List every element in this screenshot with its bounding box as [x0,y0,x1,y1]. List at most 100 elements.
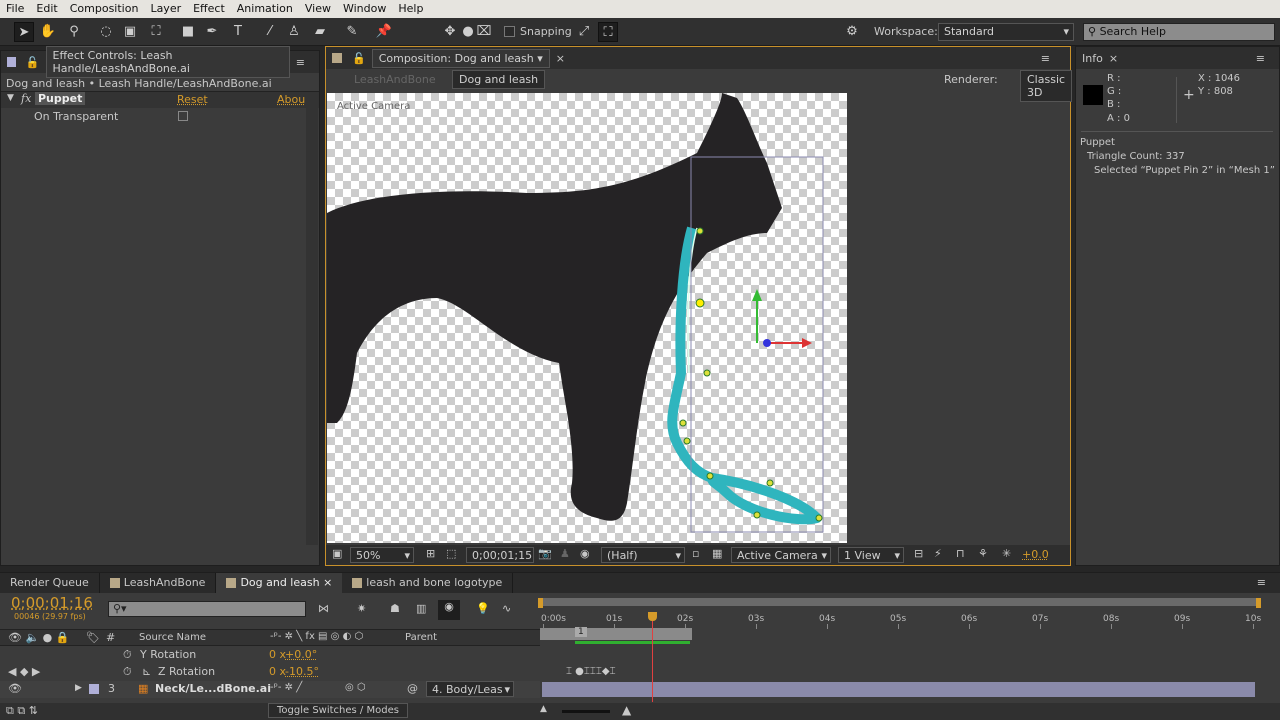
property-row-z-rotation[interactable]: ◀ ◆ ▶ ⏱ ⊾ Z Rotation 0 x -10.5° [0,664,540,681]
clone-stamp-tool-icon[interactable]: ♙ [284,22,304,42]
zoom-out-icon[interactable]: ▲ [540,704,547,714]
comp-marker[interactable]: 1 [575,627,587,637]
navigator-start-handle[interactable] [538,598,543,608]
chevron-down-icon[interactable]: ▾ [537,52,543,65]
work-area-bar[interactable] [540,628,692,640]
scrollbar[interactable] [306,95,318,545]
rectangle-tool-icon[interactable]: ■ [178,22,198,42]
channel-icon[interactable]: ◉ [580,547,590,560]
zoom-in-icon[interactable]: ▲ [622,703,631,717]
tab-composition[interactable]: Composition: Dog and leash ▾ [371,48,550,68]
exposure-reset-icon[interactable]: ✳ [1002,547,1011,560]
composition-viewer[interactable]: Active Camera [327,93,847,543]
timeline-zoom-slider[interactable] [562,710,610,713]
current-timecode[interactable]: 0;00;01;16 [11,594,93,612]
show-snapshot-icon[interactable]: ♟ [560,547,570,560]
grid-guides-icon[interactable]: ⊞ [426,547,435,560]
panel-menu-icon[interactable]: ≡ [1257,573,1266,593]
region-of-interest-icon[interactable]: ▫ [692,547,699,560]
tab-render-queue[interactable]: Render Queue [0,573,100,593]
roto-brush-tool-icon[interactable]: ✎ [342,22,362,42]
time-navigator[interactable] [538,598,1260,606]
column-source-name[interactable]: Source Name [139,632,206,643]
parent-select[interactable]: 4. Body/Leas ▾ [426,681,514,697]
menu-layer[interactable]: Layer [144,0,187,18]
close-icon[interactable]: × [556,52,565,65]
pickwhip-icon[interactable]: @ [407,682,418,695]
camera-tool-icon[interactable]: ▣ [120,22,140,42]
renderer-button[interactable]: Classic 3D [1020,70,1073,102]
tab-logotype[interactable]: leash and bone logotype [342,573,514,593]
snapping-checkbox[interactable] [504,26,515,37]
keyframe-navigator-icon[interactable]: ◀ ◆ ▶ [8,665,40,678]
flowchart-icon[interactable]: ⚘ [978,547,988,560]
search-help-input[interactable]: ⚲ Search Help [1083,23,1275,41]
view-axis-icon[interactable]: ⌧ [474,22,494,42]
snapshot-camera-icon[interactable]: 📷 [538,547,552,560]
brainstorm-icon[interactable]: 💡 [476,602,490,615]
about-link[interactable]: Abou [277,93,305,106]
lock-icon[interactable]: 🔓 [352,52,366,65]
toggle-switches-modes-button[interactable]: Toggle Switches / Modes [268,703,408,718]
magnification-select[interactable]: 50% ▾ [350,547,414,563]
visibility-eye-icon[interactable]: 👁 [8,682,22,695]
label-swatch[interactable] [89,684,99,694]
property-value[interactable]: -10.5° [285,665,319,678]
tab-leashandbone[interactable]: LeashAndBone [100,573,217,593]
toggle-pixel-aspect-icon[interactable]: ⊟ [914,547,923,560]
property-value[interactable]: +0.0° [285,648,317,661]
layer-name[interactable]: Neck/Le...dBone.ai [155,682,271,695]
reset-link[interactable]: Reset [177,93,208,106]
menu-file[interactable]: File [0,0,30,18]
keyframes[interactable]: ⌶ ●⌶⌶⌶◆⌶ [566,666,616,677]
workspace-gear-icon[interactable]: ⚙ [842,22,862,42]
layer-switches[interactable]: -ᵖ- ✲ ╱ [270,682,302,693]
panel-menu-icon[interactable]: ≡ [296,56,305,69]
snap-expand-icon[interactable]: ⤢ [574,22,594,42]
stopwatch-icon[interactable]: ⏱ [123,665,132,679]
tab-effect-controls[interactable]: Effect Controls: Leash Handle/LeashAndBo… [45,46,290,78]
layer-search-input[interactable]: ⚲▾ [108,601,306,617]
tab-dog-and-leash[interactable]: Dog and leash × [216,573,343,593]
timeline-icon[interactable]: ⊓ [956,547,965,560]
type-tool-icon[interactable]: T [228,22,248,42]
pen-tool-icon[interactable]: ✒ [202,22,222,42]
property-revolutions[interactable]: 0 x [269,665,286,678]
resolution-select[interactable]: (Half) ▾ [601,547,685,563]
axis-mode-icon[interactable]: ✥ [440,22,460,42]
menu-animation[interactable]: Animation [231,0,299,18]
playhead-handle[interactable] [647,612,657,621]
crumb-leashandbone[interactable]: LeashAndBone [354,73,436,86]
brush-tool-icon[interactable]: ⁄ [260,22,280,42]
draft-3d-icon[interactable]: ✷ [357,602,366,615]
menu-edit[interactable]: Edit [30,0,63,18]
playhead[interactable] [651,612,653,702]
shy-layers-icon[interactable]: ☗ [390,602,400,615]
comp-mini-flowchart-icon[interactable]: ⋈ [318,602,329,615]
workspace-select[interactable]: Standard ▾ [938,23,1074,41]
panel-menu-icon[interactable]: ≡ [1041,52,1050,65]
expand-triangle-icon[interactable]: ▶ [75,683,82,693]
hand-tool-icon[interactable]: ✋ [38,22,58,42]
view-layout-select[interactable]: 1 View ▾ [838,547,904,563]
panel-menu-icon[interactable]: ≡ [1256,52,1265,65]
layer-switches-toggle-icon[interactable]: ⧉ ⧉ ⇅ [6,704,38,718]
puppet-pin-tool-icon[interactable]: 📌 [374,22,394,42]
lock-icon[interactable]: 🔓 [26,56,40,69]
mask-visibility-icon[interactable]: ⬚ [446,547,456,560]
pan-behind-tool-icon[interactable]: ⛶ [146,22,166,42]
eraser-tool-icon[interactable]: ▰ [310,22,330,42]
fast-preview-icon[interactable]: ⚡ [934,547,942,560]
layer-row[interactable]: 👁 ▶ 3 ▦ Neck/Le...dBone.ai -ᵖ- ✲ ╱ ◎ ⬡ @… [0,681,540,698]
graph-editor-icon[interactable]: ∿ [502,602,511,615]
always-preview-icon[interactable]: ▣ [332,547,342,560]
layer-duration-bar[interactable] [542,682,1255,697]
layer-3d-switches[interactable]: ◎ ⬡ [345,682,366,693]
effect-row-puppet[interactable]: ▼ fx Puppet Reset Abou [1,91,319,108]
exposure-value[interactable]: +0.0 [1022,548,1049,561]
snap-feature-icon[interactable]: ⛶ [598,22,618,42]
on-transparent-checkbox[interactable] [178,111,188,121]
rotate-tool-icon[interactable]: ◌ [96,22,116,42]
current-time-field[interactable]: 0;00;01;15 [466,547,534,563]
navigator-end-handle[interactable] [1256,598,1261,608]
